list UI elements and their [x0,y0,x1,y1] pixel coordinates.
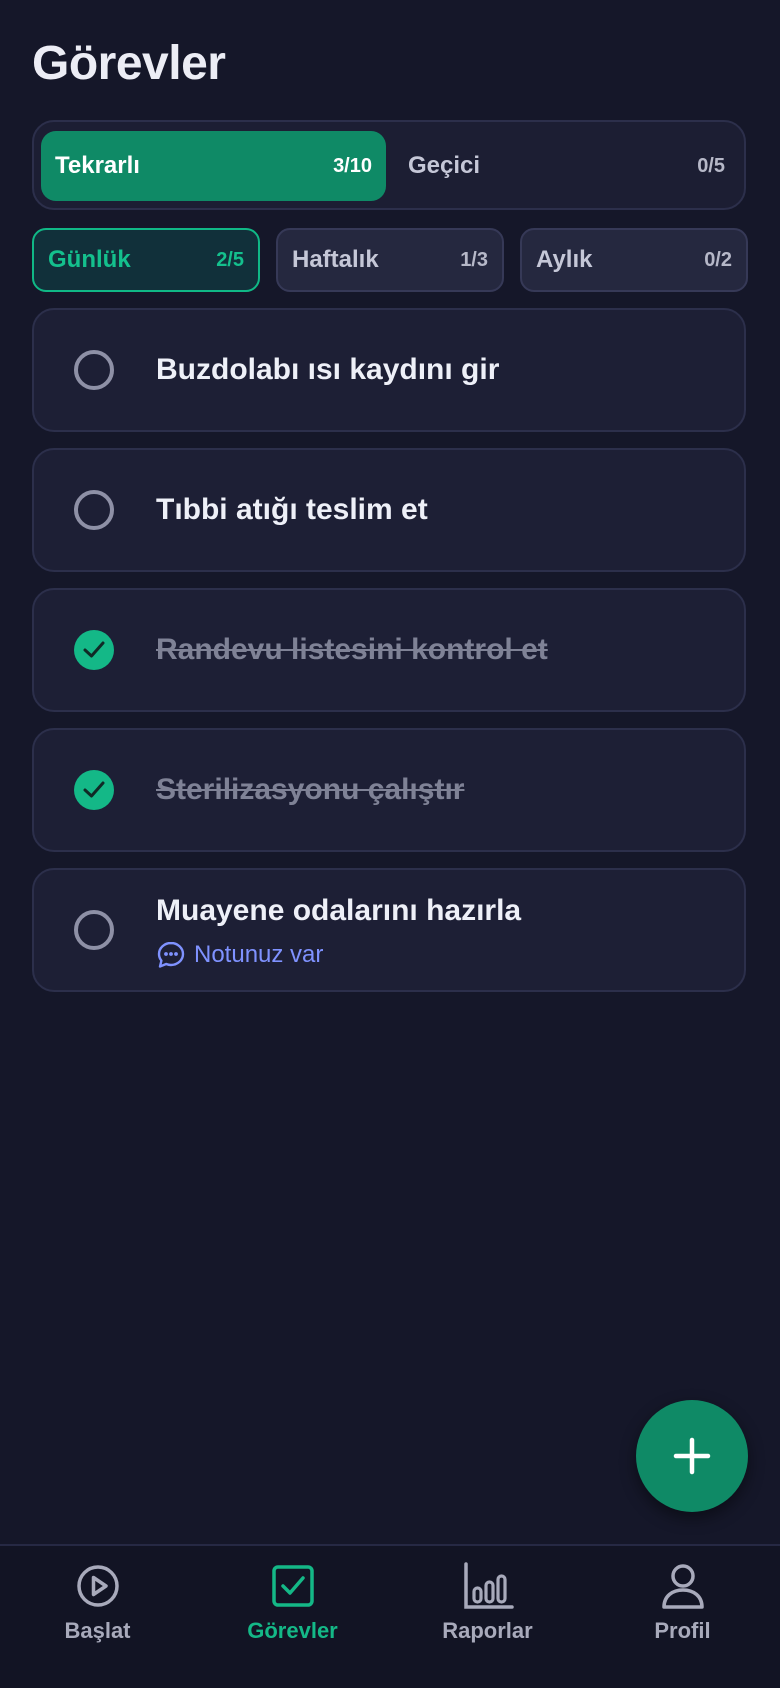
nav-item-reports[interactable]: Raporlar [390,1562,585,1672]
tab-temporary-label: Geçici [408,152,481,179]
add-task-button[interactable] [636,1400,748,1512]
task-checkbox-unchecked[interactable] [74,350,114,390]
tab-recurring-count: 3/10 [333,154,372,177]
nav-item-profile[interactable]: Profil [585,1562,780,1672]
page-title: Görevler [32,37,226,90]
tab-temporary-count: 0/5 [697,154,725,177]
task-note-link[interactable]: Notunuz var [156,940,323,970]
task-type-segment: Tekrarlı 3/10 Geçici 0/5 [32,120,746,210]
tab-monthly-label: Aylık [536,246,593,273]
task-title: Tıbbi atığı teslim et [156,493,428,526]
task-card[interactable]: Randevu listesini kontrol et [32,588,746,712]
tab-daily[interactable]: Günlük 2/5 [32,228,260,292]
tab-daily-label: Günlük [48,246,131,273]
nav-label: Başlat [64,1618,131,1643]
tab-weekly[interactable]: Haftalık 1/3 [276,228,504,292]
task-title: Sterilizasyonu çalıştır [156,773,465,806]
nav-label: Profil [654,1618,711,1643]
task-title: Muayene odalarını hazırla [156,894,522,927]
nav-label: Raporlar [442,1618,533,1643]
tab-recurring-label: Tekrarlı [55,152,140,179]
task-card[interactable]: Tıbbi atığı teslim et [32,448,746,572]
tab-recurring[interactable]: Tekrarlı 3/10 [41,131,386,201]
tab-monthly[interactable]: Aylık 0/2 [520,228,748,292]
task-checkbox-checked[interactable] [74,770,114,810]
user-icon [661,1564,704,1609]
checkmark-icon [83,641,105,658]
task-title: Buzdolabı ısı kaydını gir [156,353,500,386]
tasks-screen: Görevler Tekrarlı 3/10 Geçici 0/5 Günlük… [0,0,780,1688]
nav-item-tasks[interactable]: Görevler [195,1562,390,1672]
tab-weekly-label: Haftalık [292,246,379,273]
nav-label: Görevler [247,1618,338,1643]
checkmark-icon [83,781,105,798]
tab-daily-count: 2/5 [216,248,244,271]
tab-weekly-count: 1/3 [460,248,488,271]
task-card[interactable]: Muayene odalarını hazırla Notunuz var [32,868,746,992]
chat-bubble-icon [157,941,185,968]
tab-temporary[interactable]: Geçici 0/5 [394,131,739,201]
plus-icon [673,1437,711,1475]
bar-chart-icon [463,1562,514,1609]
play-circle-icon [76,1565,119,1607]
task-card[interactable]: Sterilizasyonu çalıştır [32,728,746,852]
task-card[interactable]: Buzdolabı ısı kaydını gir [32,308,746,432]
bottom-nav: Başlat Görevler Raporlar Profil [0,1544,780,1688]
checkbox-icon [271,1565,314,1607]
nav-item-start[interactable]: Başlat [0,1562,195,1672]
task-title: Randevu listesini kontrol et [156,633,548,666]
task-note-label: Notunuz var [194,941,324,968]
task-checkbox-unchecked[interactable] [74,910,114,950]
task-checkbox-unchecked[interactable] [74,490,114,530]
task-checkbox-checked[interactable] [74,630,114,670]
tab-monthly-count: 0/2 [704,248,732,271]
